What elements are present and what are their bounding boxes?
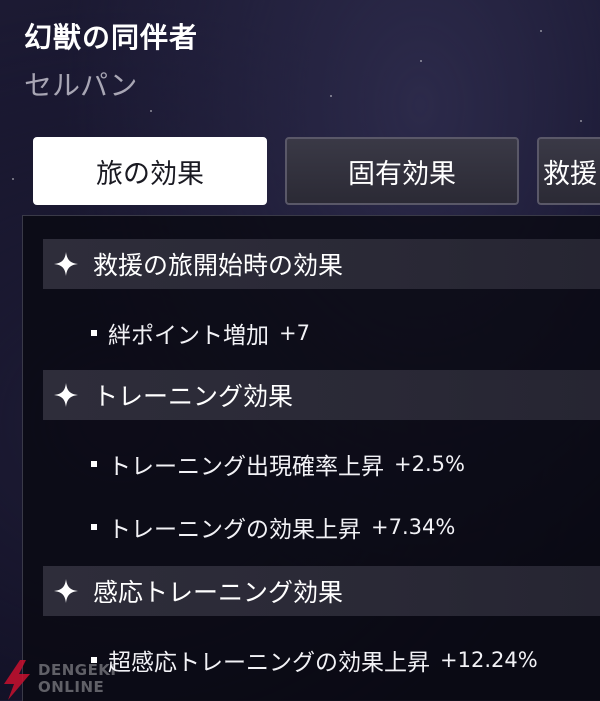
lightning-bolt-icon (4, 660, 30, 700)
tab-unique-effects[interactable]: 固有効果 (285, 137, 519, 205)
companion-effects-screen: { "header": { "title": "幻獣の同伴者", "subtit… (0, 0, 600, 701)
list-item: トレーニングの効果上昇 +7.34% (91, 510, 455, 544)
bullet-icon (91, 524, 97, 530)
effect-value: +2.5% (394, 452, 465, 476)
tab-rescue[interactable]: 救援 (537, 137, 600, 205)
page-title: 幻獣の同伴者 (24, 21, 199, 54)
list-item: 絆ポイント増加 +7 (91, 316, 310, 350)
watermark-text: ONLINE (38, 678, 105, 696)
effect-value: +12.24% (440, 648, 538, 672)
section-title: 救援の旅開始時の効果 (93, 251, 344, 280)
sparkle-icon (54, 383, 78, 407)
sparkle-icon (54, 579, 78, 603)
effect-value: +7 (279, 321, 310, 345)
section-header-sensitivity-training: 感応トレーニング効果 (43, 566, 600, 616)
tab-bar: 旅の効果 固有効果 救援 (33, 137, 600, 205)
page-header: 幻獣の同伴者 セルパン (24, 20, 198, 106)
effects-panel: 救援の旅開始時の効果 絆ポイント増加 +7 トレーニング効果 トレーニング出現確… (22, 215, 600, 701)
effect-label: 超感応トレーニングの効果上昇 (108, 650, 430, 676)
section-title: トレーニング効果 (93, 382, 294, 411)
section-header-rescue-start: 救援の旅開始時の効果 (43, 239, 600, 289)
tab-label: 固有効果 (348, 158, 456, 190)
list-item: 超感応トレーニングの効果上昇 +12.24% (91, 643, 538, 677)
tab-label: 救援 (543, 158, 597, 190)
watermark-text: DENGEKI (38, 661, 117, 679)
tab-journey-effects[interactable]: 旅の効果 (33, 137, 267, 205)
bullet-icon (91, 461, 97, 467)
section-title: 感応トレーニング効果 (93, 578, 344, 607)
sparkle-icon (54, 252, 78, 276)
effect-value: +7.34% (371, 515, 456, 539)
section-header-training: トレーニング効果 (43, 370, 600, 420)
list-item: トレーニング出現確率上昇 +2.5% (91, 447, 465, 481)
tab-label: 旅の効果 (96, 158, 204, 190)
site-watermark: DENGEKI ONLINE (0, 660, 125, 700)
companion-name: セルパン (24, 69, 138, 102)
effect-label: トレーニングの効果上昇 (108, 517, 361, 543)
effect-label: トレーニング出現確率上昇 (108, 454, 384, 480)
bullet-icon (91, 330, 97, 336)
effect-label: 絆ポイント増加 (108, 323, 269, 349)
